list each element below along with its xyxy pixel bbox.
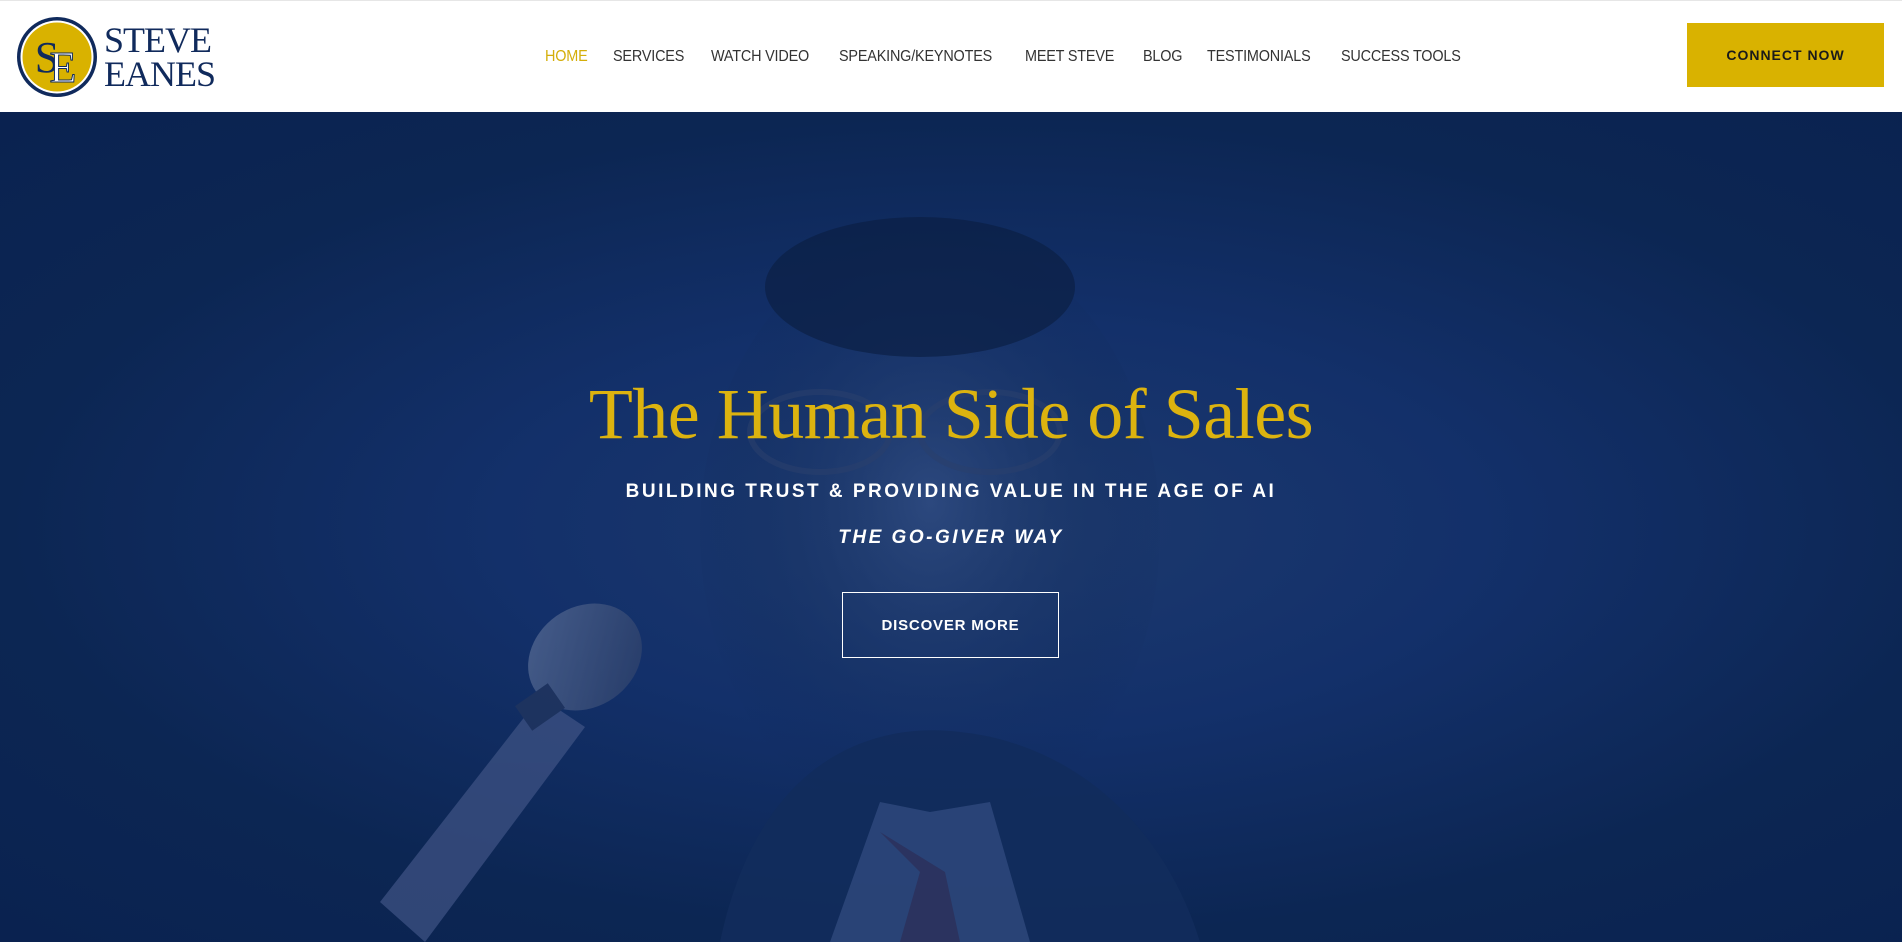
hero-section: The Human Side of Sales BUILDING TRUST &… <box>0 112 1902 942</box>
nav-item-speaking-keynotes[interactable]: SPEAKING/KEYNOTES <box>839 48 992 66</box>
connect-now-button[interactable]: CONNECT NOW <box>1687 23 1884 87</box>
nav-item-services[interactable]: SERVICES <box>613 48 684 66</box>
nav-item-success-tools[interactable]: SUCCESS TOOLS <box>1341 48 1461 66</box>
hero-tagline: THE GO-GIVER WAY <box>838 527 1064 548</box>
nav-item-meet-steve[interactable]: MEET STEVE <box>1025 48 1114 66</box>
site-header: S E STEVE EANES HOME SERVICES WATCH VIDE… <box>0 0 1902 112</box>
logo-line-1: STEVE <box>104 20 212 60</box>
nav-item-watch-video[interactable]: WATCH VIDEO <box>711 48 809 66</box>
nav-item-testimonials[interactable]: TESTIMONIALS <box>1207 48 1311 66</box>
monogram-emblem-icon: S E <box>17 17 97 97</box>
logo-wordmark: STEVE EANES <box>104 20 216 94</box>
svg-text:E: E <box>50 43 77 92</box>
main-nav: HOME SERVICES WATCH VIDEO SPEAKING/KEYNO… <box>545 1 1491 113</box>
logo-line-2: EANES <box>104 54 216 94</box>
discover-more-button[interactable]: DISCOVER MORE <box>842 592 1059 658</box>
hero-subtitle: BUILDING TRUST & PROVIDING VALUE IN THE … <box>625 481 1277 502</box>
hero-title: The Human Side of Sales <box>588 374 1314 454</box>
nav-item-home[interactable]: HOME <box>545 48 588 66</box>
site-logo[interactable]: S E STEVE EANES <box>16 15 216 99</box>
nav-item-blog[interactable]: BLOG <box>1143 48 1183 66</box>
